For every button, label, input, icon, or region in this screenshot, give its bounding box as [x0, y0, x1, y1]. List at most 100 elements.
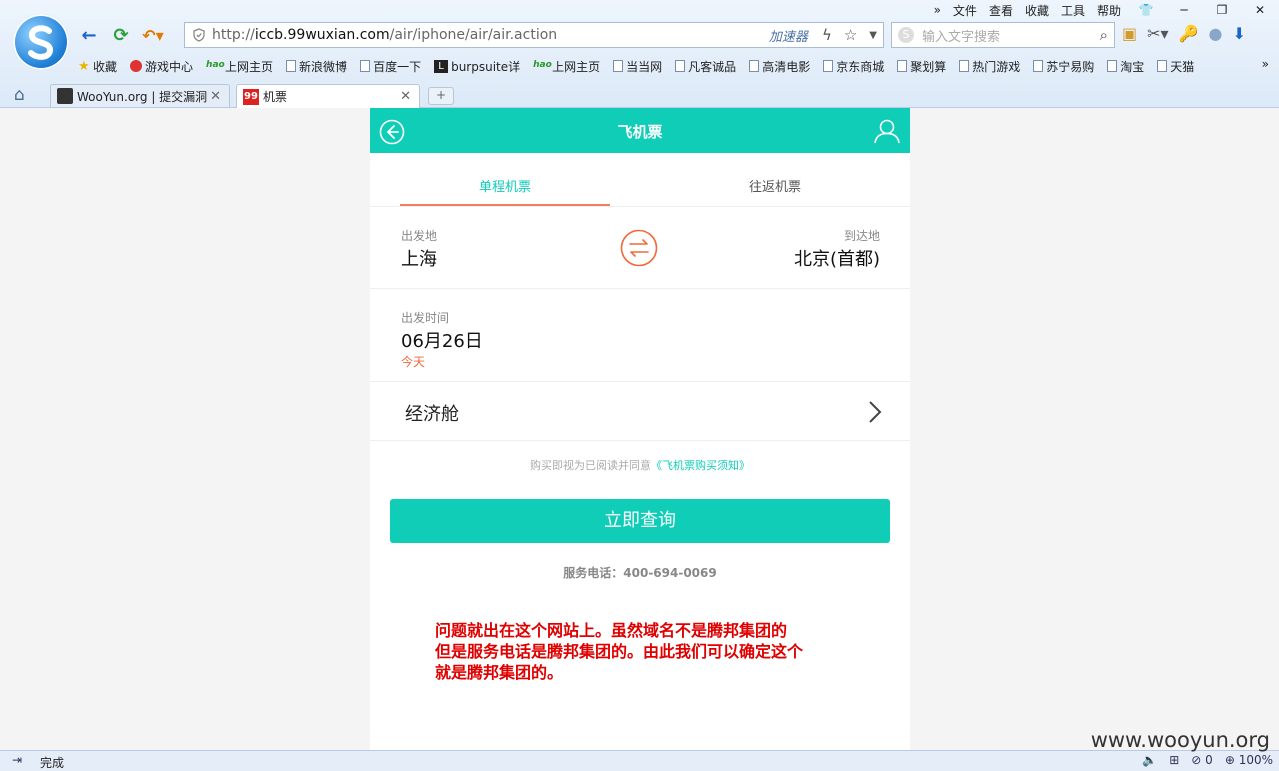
key-icon[interactable]: 🔑	[1179, 24, 1199, 43]
toolbar-icons: ▣ ✂▾ 🔑 ● ⬇	[1122, 24, 1246, 43]
sidebar-toggle-icon[interactable]: ▣	[1122, 24, 1137, 43]
undo-close-icon[interactable]: ↶▾	[142, 24, 164, 46]
browser-logo	[13, 14, 69, 70]
bookmark-vancl[interactable]: 凡客诚品	[675, 58, 736, 75]
page-icon	[1033, 60, 1044, 72]
bookmark-games[interactable]: 热门游戏	[959, 58, 1020, 75]
shield-icon	[193, 28, 205, 42]
bookmark-label: burpsuite详	[451, 59, 521, 74]
game-icon	[130, 60, 143, 72]
more-icon[interactable]: ●	[1208, 24, 1222, 43]
bookmark-weibo[interactable]: 新浪微博	[286, 58, 347, 75]
menu-file[interactable]: 文件	[953, 2, 977, 19]
to-city[interactable]: 北京(首都)	[794, 245, 880, 271]
cabin-selector[interactable]: 经济舱	[370, 382, 910, 441]
annotation-line: 就是腾邦集团的。	[435, 663, 564, 682]
refresh-icon[interactable]: ⟳	[110, 24, 132, 46]
dropdown-arrow-icon[interactable]: ▼	[869, 30, 877, 41]
menu-tools[interactable]: 工具	[1061, 2, 1085, 19]
close-window-icon[interactable]: ✕	[1247, 3, 1273, 17]
from-label: 出发地	[401, 229, 438, 243]
agreement-link[interactable]: 《飞机票购买须知》	[651, 459, 750, 472]
bookmark-suning[interactable]: 苏宁易购	[1033, 58, 1094, 75]
tab-strip: ⌂ WooYun.org | 提交漏洞 ✕ 99 机票 ✕ +	[0, 82, 1279, 108]
toolbox-icon[interactable]: ⊞	[1169, 753, 1179, 767]
bookmark-label: 百度一下	[373, 59, 422, 74]
bookmark-taobao[interactable]: 淘宝	[1107, 58, 1144, 75]
accelerator-button[interactable]: 加速器	[769, 26, 808, 45]
bookmarks-overflow-icon[interactable]: »	[1262, 57, 1269, 71]
skin-icon[interactable]: 👕	[1133, 3, 1159, 17]
search-engine-icon[interactable]: S	[898, 27, 914, 43]
page-icon	[823, 60, 834, 72]
zoom-icon[interactable]: ⊕ 100%	[1225, 753, 1273, 767]
restore-icon[interactable]: ❐	[1209, 3, 1235, 17]
bookmark-label: 淘宝	[1120, 59, 1145, 74]
ad-block-icon[interactable]: ⊘ 0	[1191, 753, 1213, 767]
back-arrow-icon[interactable]: ←	[78, 24, 100, 46]
bookmark-game-center[interactable]: 游戏中心	[130, 58, 193, 75]
bookmark-burpsuite[interactable]: Lburpsuite详	[434, 58, 520, 75]
tab-label: 机票	[263, 90, 288, 104]
bookmark-juhuasuan[interactable]: 聚划算	[897, 58, 946, 75]
bookmark-label: 新浪微博	[299, 59, 348, 74]
new-tab-icon[interactable]: +	[428, 87, 454, 105]
from-city[interactable]: 上海	[401, 245, 437, 271]
bookmark-label: 凡客诚品	[688, 59, 737, 74]
url-path: /air/iphone/air/air.action	[389, 27, 558, 43]
bookmark-tmall[interactable]: 天猫	[1157, 58, 1194, 75]
minimize-icon[interactable]: ─	[1171, 3, 1197, 17]
page-icon	[613, 60, 624, 72]
bookmark-hao[interactable]: hao 上网主页	[206, 58, 273, 75]
search-box[interactable]: S 输入文字搜索 ⌕	[891, 22, 1115, 48]
download-icon[interactable]: ⬇	[1232, 24, 1245, 43]
route-selector: 出发地 上海 到达地 北京(首都)	[370, 207, 910, 289]
tab-air-ticket[interactable]: 99 机票 ✕	[236, 84, 420, 108]
close-tab-icon[interactable]: ✕	[400, 89, 411, 104]
bookmark-dangdang[interactable]: 当当网	[613, 58, 662, 75]
star-outline-icon[interactable]: ☆	[844, 26, 857, 44]
tab-round-trip[interactable]: 往返机票	[670, 176, 880, 195]
user-icon[interactable]	[873, 118, 901, 144]
menu-favorites[interactable]: 收藏	[1025, 2, 1049, 19]
address-bar[interactable]: http://iccb.99wuxian.com/air/iphone/air/…	[184, 22, 884, 48]
zoom-level: 100%	[1238, 753, 1273, 767]
home-icon[interactable]: ⌂	[14, 85, 25, 105]
lightning-icon[interactable]: ϟ	[822, 26, 832, 44]
watermark: www.wooyun.org	[1090, 728, 1270, 752]
menu-help[interactable]: 帮助	[1097, 2, 1121, 19]
agreement-prefix: 购买即视为已阅读并同意	[530, 459, 651, 472]
page-title: 飞机票	[617, 123, 663, 141]
menu-view[interactable]: 查看	[989, 2, 1013, 19]
bookmark-baidu[interactable]: 百度一下	[360, 58, 421, 75]
volume-icon[interactable]: 🔈	[1142, 753, 1157, 767]
panel-toggle-icon[interactable]: ⇥	[12, 753, 22, 767]
bookmark-label: 上网主页	[552, 59, 601, 74]
close-tab-icon[interactable]: ✕	[210, 89, 221, 104]
service-phone: 服务电话：400-694-0069	[563, 566, 717, 580]
bookmark-label: 上网主页	[225, 59, 274, 74]
search-icon[interactable]: ⌕	[1100, 26, 1108, 44]
l-icon: L	[434, 59, 449, 73]
scissors-icon[interactable]: ✂▾	[1147, 24, 1168, 43]
star-icon: ★	[78, 58, 90, 74]
menu-overflow-icon[interactable]: »	[934, 3, 941, 17]
page-icon	[959, 60, 970, 72]
bookmark-hao-2[interactable]: hao 上网主页	[533, 58, 600, 75]
tab-one-way[interactable]: 单程机票	[400, 176, 610, 195]
tab-wooyun[interactable]: WooYun.org | 提交漏洞 ✕	[50, 84, 230, 107]
status-bar: ⇥ 完成 🔈 ⊞ ⊘ 0 ⊕ 100%	[0, 750, 1279, 771]
bookmark-movies[interactable]: 高清电影	[749, 58, 810, 75]
bookmark-favorites[interactable]: ★ 收藏	[78, 58, 117, 75]
swap-icon[interactable]	[620, 229, 658, 267]
bookmark-label: 热门游戏	[972, 59, 1021, 74]
bookmark-label: 京东商城	[836, 59, 885, 74]
red-annotation: 问题就出在这个网站上。虽然域名不是腾邦集团的 但是服务电话是腾邦集团的。由此我们…	[435, 620, 905, 683]
date-selector[interactable]: 出发时间 06月26日 今天	[370, 289, 910, 382]
blocked-count: 0	[1205, 753, 1213, 767]
bookmark-jd[interactable]: 京东商城	[823, 58, 884, 75]
hao-icon: hao	[206, 59, 225, 70]
date-value: 06月26日	[401, 331, 483, 352]
url-scheme: http://	[212, 27, 255, 43]
search-flights-button[interactable]: 立即查询	[390, 499, 890, 543]
